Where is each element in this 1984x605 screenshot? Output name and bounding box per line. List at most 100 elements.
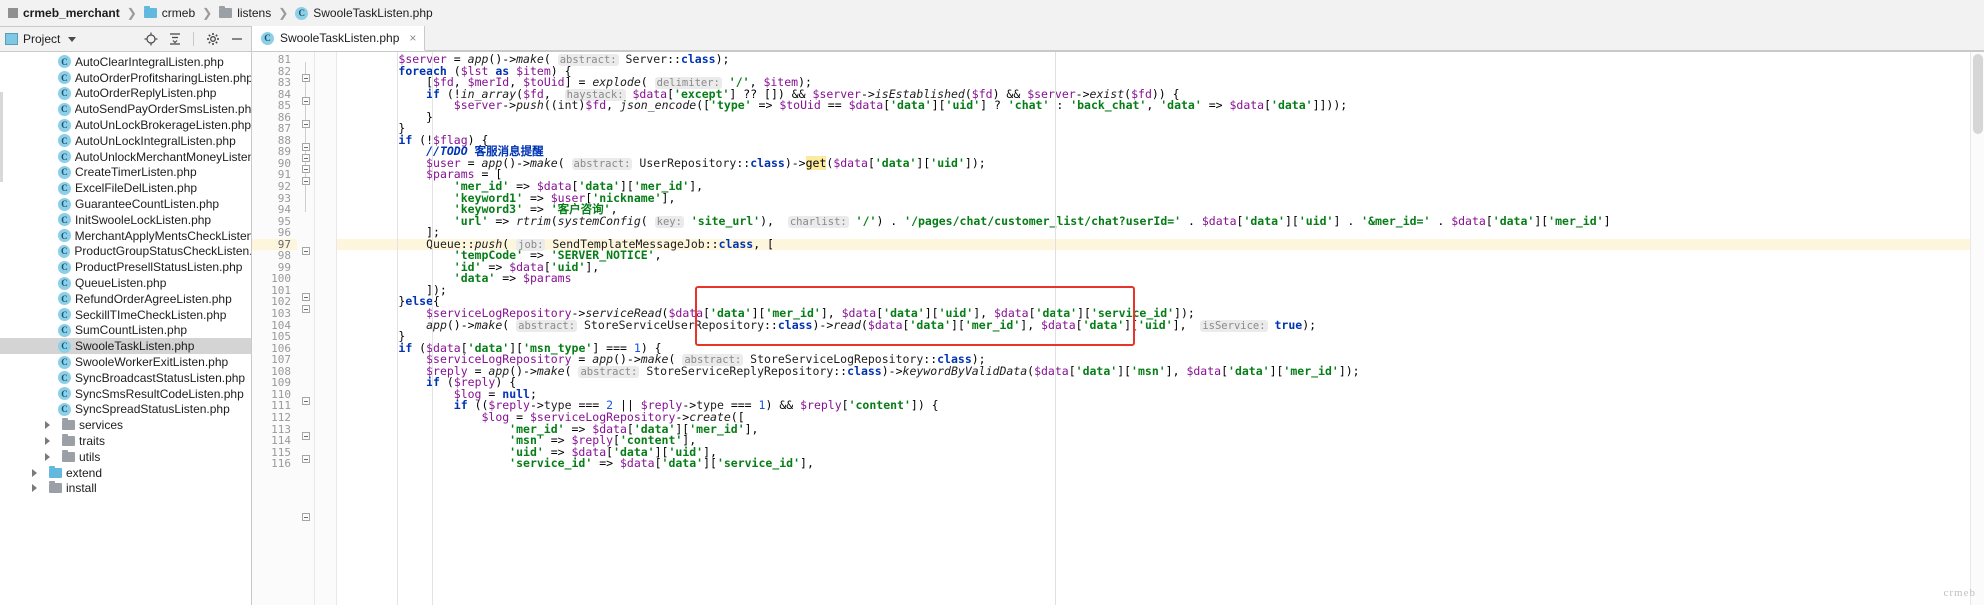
scrollbar-thumb[interactable] <box>1973 54 1983 134</box>
tree-item-file[interactable]: C SwooleTaskListen.php <box>0 338 251 355</box>
code-line[interactable]: } <box>337 123 1970 135</box>
breadcrumb-item-file[interactable]: C SwooleTaskListen.php <box>293 6 434 20</box>
php-class-icon: C <box>58 323 71 337</box>
php-class-icon: C <box>58 213 71 227</box>
tree-item-label: ExcelFileDelListen.php <box>75 181 198 196</box>
tree-item-file[interactable]: C AutoOrderReplyListen.php <box>0 86 251 102</box>
tree-item-file[interactable]: C SumCountListen.php <box>0 323 251 339</box>
tree-item-file[interactable]: C CreateTimerListen.php <box>0 165 251 181</box>
tree-item-file[interactable]: C SyncBroadcastStatusListen.php <box>0 370 251 386</box>
locate-icon[interactable] <box>143 32 158 47</box>
tree-item-file[interactable]: C AutoClearIntegralListen.php <box>0 54 251 70</box>
code-line[interactable]: 'url' => rtrim(systemConfig( key: 'site_… <box>337 215 1970 228</box>
tree-item-file[interactable]: C AutoSendPayOrderSmsListen.php <box>0 101 251 117</box>
code-content[interactable]: $server = app()->make( abstract: Server:… <box>337 52 1970 605</box>
project-panel-actions <box>143 32 246 47</box>
tree-item-file[interactable]: C ProductPresellStatusListen.php <box>0 259 251 275</box>
code-line[interactable]: $server = app()->make( abstract: Server:… <box>337 53 1970 66</box>
chevron-down-icon[interactable] <box>68 36 77 42</box>
code-line[interactable]: $server->push((int)$fd, json_encode(['ty… <box>337 99 1970 112</box>
tree-scrollbar[interactable] <box>0 92 3 182</box>
breadcrumb-item-module[interactable]: crmeb_merchant <box>6 6 122 20</box>
line-number[interactable]: 92 <box>252 181 297 193</box>
php-class-icon: C <box>295 6 309 20</box>
tree-item-label: MerchantApplyMentsCheckListen. <box>74 228 251 243</box>
breadcrumb-item-crmeb[interactable]: crmeb <box>142 6 197 20</box>
php-class-icon: C <box>261 31 274 45</box>
chevron-right-icon[interactable] <box>45 437 50 446</box>
tree-item-file[interactable]: C SyncSmsResultCodeListen.php <box>0 386 251 402</box>
tree-item-file[interactable]: C AutoUnLockIntegralListen.php <box>0 133 251 149</box>
line-number[interactable]: 94 <box>252 204 297 216</box>
line-number[interactable]: 103 <box>252 308 297 320</box>
breadcrumb-item-listens[interactable]: listens <box>217 6 273 20</box>
tree-item-file[interactable]: C SwooleWorkerExitListen.php <box>0 354 251 370</box>
php-class-icon: C <box>58 402 71 416</box>
code-line[interactable]: if ($reply) { <box>337 377 1970 389</box>
tree-item-folder[interactable]: services <box>0 417 251 433</box>
annotation-gutter[interactable] <box>315 52 337 605</box>
tree-item-file[interactable]: C GuaranteeCountListen.php <box>0 196 251 212</box>
chevron-right-icon[interactable] <box>45 421 50 430</box>
collapse-all-icon[interactable] <box>167 32 182 47</box>
line-number[interactable]: 114 <box>252 435 297 447</box>
line-number[interactable]: 83 <box>252 77 297 89</box>
tree-item-folder[interactable]: traits <box>0 433 251 449</box>
tree-item-file[interactable]: C MerchantApplyMentsCheckListen. <box>0 228 251 244</box>
code-line[interactable]: } <box>337 111 1970 124</box>
line-number[interactable]: 112 <box>252 412 297 424</box>
divider <box>193 32 194 46</box>
editor-scrollbar[interactable] <box>1970 52 1984 605</box>
chevron-right-icon[interactable] <box>32 468 37 477</box>
folder-icon <box>143 6 157 18</box>
project-title-group[interactable]: Project <box>5 32 77 46</box>
tool-row: Project C SwooleTaskListen.php × <box>0 26 1984 52</box>
code-line[interactable]: app()->make( abstract: StoreServiceUserR… <box>337 319 1970 332</box>
project-file-tree[interactable]: C AutoClearIntegralListen.php C AutoOrderPr… <box>0 52 252 605</box>
module-icon <box>8 8 18 18</box>
tree-item-file[interactable]: C AutoOrderProfitsharingListen.php <box>0 70 251 86</box>
hide-panel-icon[interactable] <box>229 32 244 47</box>
tree-item-file[interactable]: C RefundOrderAgreeListen.php <box>0 291 251 307</box>
close-icon[interactable]: × <box>409 31 416 45</box>
chevron-right-icon[interactable] <box>32 484 37 493</box>
code-line[interactable]: ]); <box>337 284 1970 297</box>
code-line[interactable]: //TODO 客服消息提醒 <box>337 146 1970 158</box>
code-folding-gutter[interactable] <box>297 52 315 605</box>
line-number[interactable]: 81 <box>252 54 297 66</box>
tree-item-file[interactable]: C ExcelFileDelListen.php <box>0 180 251 196</box>
line-number[interactable]: 105 <box>252 331 297 343</box>
code-line[interactable]: $reply = app()->make( abstract: StoreSer… <box>337 365 1970 378</box>
tree-item-file[interactable]: C AutoUnLockBrokerageListen.php <box>0 117 251 133</box>
breadcrumb-label: listens <box>237 6 272 20</box>
tree-item-folder[interactable]: extend <box>0 465 251 481</box>
code-line[interactable]: 'data' => $params <box>337 273 1970 285</box>
gear-icon[interactable] <box>205 32 220 47</box>
code-editor[interactable]: 81 82 83 84 85 86 87 88 89 90 91 92 93 94 95 96 97 98 99 10… <box>252 52 1984 605</box>
tab-swooletasklisten[interactable]: C SwooleTaskListen.php × <box>252 26 426 51</box>
code-line[interactable]: 'id' => $data['uid'], <box>337 261 1970 274</box>
code-line[interactable]: $user = app()->make( abstract: UserRepos… <box>337 155 1970 170</box>
php-class-icon: C <box>58 276 71 290</box>
line-number[interactable]: 85 <box>252 100 297 112</box>
tree-item-file[interactable]: C AutoUnlockMerchantMoneyListen <box>0 149 251 165</box>
tree-item-file[interactable]: C ProductGroupStatusCheckListen.p <box>0 244 251 260</box>
line-number[interactable]: 116 <box>252 458 297 470</box>
tree-item-label: QueueListen.php <box>75 276 167 291</box>
code-line[interactable]: 'service_id' => $data['data']['service_i… <box>337 457 1970 470</box>
tree-item-file[interactable]: C QueueListen.php <box>0 275 251 291</box>
tree-item-file[interactable]: C SyncSpreadStatusListen.php <box>0 402 251 418</box>
chevron-right-icon[interactable] <box>45 452 50 461</box>
tree-item-label: install <box>66 481 97 496</box>
code-line[interactable]: if (!$flag) { <box>337 134 1970 147</box>
tree-item-file[interactable]: C InitSwooleLockListen.php <box>0 212 251 228</box>
tree-item-label: AutoOrderProfitsharingListen.php <box>74 70 251 85</box>
php-class-icon: C <box>58 387 71 401</box>
tree-item-file[interactable]: C SeckillTImeCheckListen.php <box>0 307 251 323</box>
tree-item-label: SumCountListen.php <box>75 323 188 338</box>
tree-item-folder[interactable]: install <box>0 481 251 497</box>
tree-item-label: SeckillTImeCheckListen.php <box>75 307 227 322</box>
tree-item-folder[interactable]: utils <box>0 449 251 465</box>
tree-item-label: AutoSendPayOrderSmsListen.php <box>74 102 252 117</box>
tree-item-label: ProductPresellStatusListen.php <box>75 260 243 275</box>
